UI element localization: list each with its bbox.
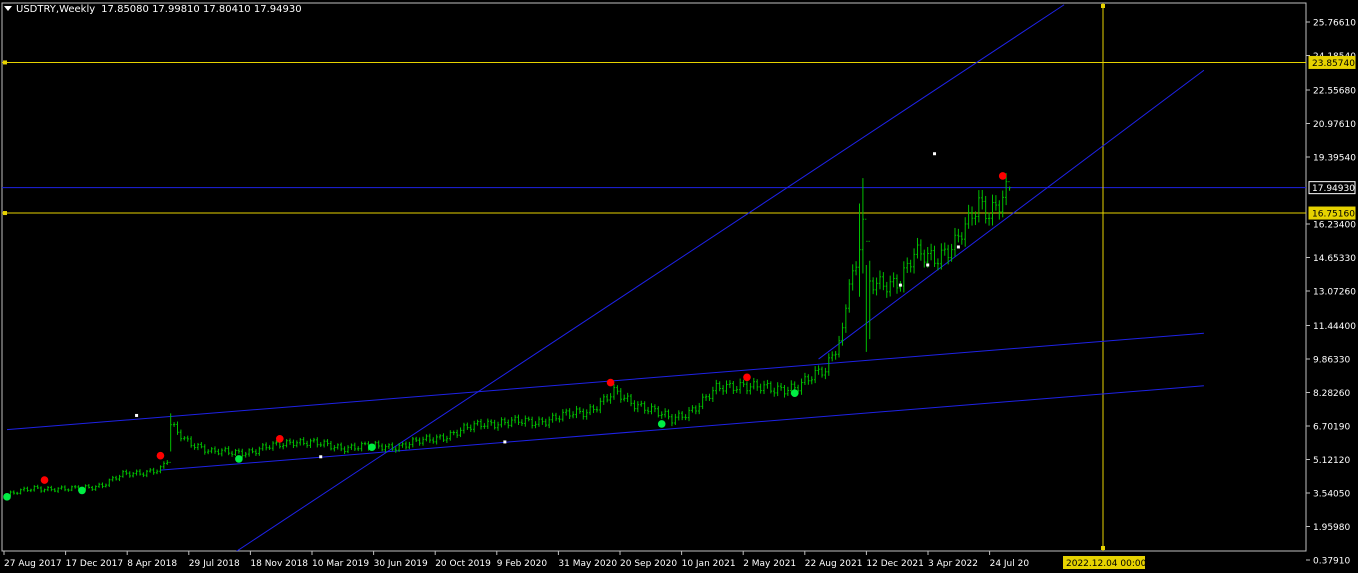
y-tick-label: 1.95980 bbox=[1313, 523, 1350, 533]
y-tick-label: 16.23400 bbox=[1313, 221, 1356, 231]
fractal-down-dot bbox=[368, 443, 376, 452]
fractal-up-dot bbox=[40, 476, 49, 484]
fractal-down-dot bbox=[235, 455, 243, 463]
x-tick-label: 2 May 2021 bbox=[743, 559, 796, 569]
fractal-down-dot bbox=[78, 486, 86, 495]
x-tick-label: 31 May 2020 bbox=[558, 559, 617, 569]
y-tick-label: 11.44400 bbox=[1313, 322, 1356, 332]
x-tick-label: 24 Jul 20 bbox=[990, 559, 1030, 569]
price-chart[interactable]: 25.7661024.1854022.5568020.9761019.39540… bbox=[0, 0, 1358, 573]
anchor-marker[interactable] bbox=[319, 455, 323, 459]
x-tick-label: 29 Jul 2018 bbox=[189, 559, 240, 569]
y-tick-label: 8.28260 bbox=[1313, 389, 1350, 399]
anchor-marker[interactable] bbox=[926, 263, 930, 267]
vline-handle[interactable] bbox=[1101, 546, 1105, 550]
y-tick-label: 9.86330 bbox=[1313, 356, 1350, 366]
y-tick-label: 0.37910 bbox=[1313, 557, 1350, 567]
fractal-up-dot bbox=[998, 172, 1007, 180]
y-tick-label: 20.97610 bbox=[1313, 120, 1356, 130]
anchor-marker[interactable] bbox=[503, 440, 507, 444]
x-tick-label: 17 Dec 2017 bbox=[66, 559, 124, 569]
x-tick-label: 20 Oct 2019 bbox=[435, 559, 491, 569]
vline-date-label: 2022.12.04 00:00 bbox=[1066, 559, 1147, 569]
plot-area bbox=[2, 3, 1306, 566]
anchor-marker[interactable] bbox=[933, 152, 937, 156]
trend-line[interactable] bbox=[818, 69, 1205, 360]
plot-frame bbox=[1, 2, 1307, 552]
x-tick-label: 12 Dec 2021 bbox=[866, 559, 924, 569]
fractal-up-dot bbox=[156, 451, 165, 460]
y-tick-label: 19.39540 bbox=[1313, 154, 1356, 164]
fractal-up-dot bbox=[606, 378, 615, 387]
x-tick-label: 20 Sep 2020 bbox=[620, 559, 677, 569]
price-label: 16.75160 bbox=[1312, 210, 1355, 220]
y-tick-label: 3.54050 bbox=[1313, 490, 1350, 500]
vline-handle[interactable] bbox=[1101, 4, 1105, 8]
x-tick-label: 10 Mar 2019 bbox=[312, 559, 369, 569]
x-tick-label: 10 Jan 2021 bbox=[682, 559, 736, 569]
x-tick-label: 18 Nov 2018 bbox=[250, 559, 308, 569]
fractal-down-dot bbox=[657, 420, 666, 428]
fractal-down-dot bbox=[3, 493, 11, 501]
anchor-marker[interactable] bbox=[135, 413, 139, 417]
x-tick-label: 22 Aug 2021 bbox=[805, 559, 863, 569]
x-tick-label: 27 Aug 2017 bbox=[4, 559, 62, 569]
y-tick-label: 13.07260 bbox=[1313, 288, 1356, 298]
price-label: 17.94930 bbox=[1312, 184, 1355, 194]
x-tick-label: 3 Apr 2022 bbox=[928, 559, 978, 569]
trend-line[interactable] bbox=[160, 385, 1204, 471]
x-tick-label: 30 Jun 2019 bbox=[374, 559, 428, 569]
anchor-marker[interactable] bbox=[898, 283, 902, 287]
fractal-up-dot bbox=[276, 434, 284, 443]
price-label: 23.85740 bbox=[1312, 59, 1355, 69]
y-tick-label: 22.55680 bbox=[1313, 87, 1356, 97]
fractal-up-dot bbox=[743, 373, 751, 382]
x-tick-label: 9 Feb 2020 bbox=[497, 559, 548, 569]
y-tick-label: 14.65330 bbox=[1313, 254, 1356, 264]
y-tick-label: 25.76610 bbox=[1313, 19, 1356, 29]
fractal-down-dot bbox=[790, 389, 799, 398]
hline-handle[interactable] bbox=[3, 60, 7, 65]
y-tick-label: 5.12120 bbox=[1313, 456, 1350, 466]
trend-line[interactable] bbox=[215, 4, 1065, 566]
anchor-marker[interactable] bbox=[956, 245, 960, 249]
y-tick-label: 6.70190 bbox=[1313, 423, 1350, 433]
hline-handle[interactable] bbox=[3, 211, 7, 216]
x-tick-label: 8 Apr 2018 bbox=[127, 559, 177, 569]
trend-line[interactable] bbox=[6, 332, 1204, 431]
